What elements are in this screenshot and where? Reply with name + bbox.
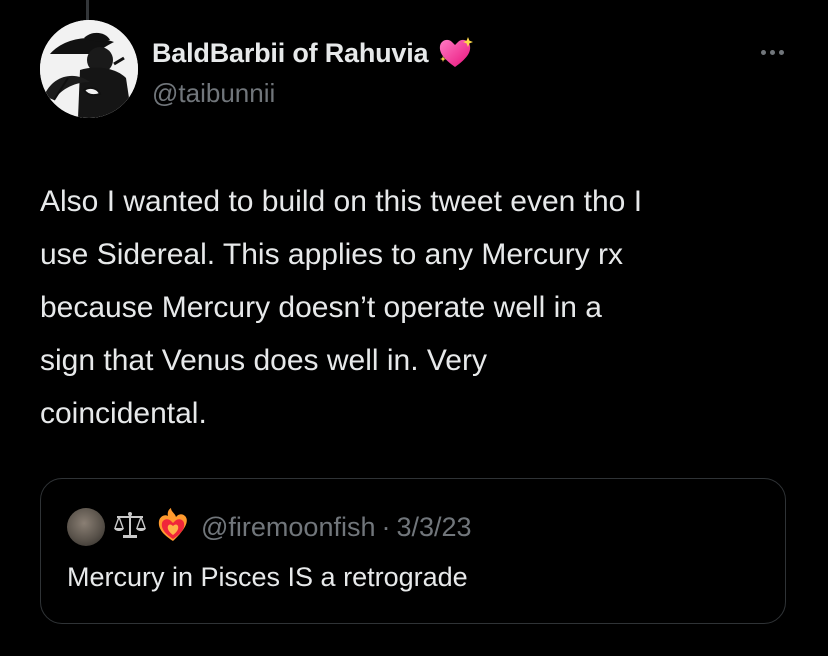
- author-handle[interactable]: @taibunnii: [152, 78, 712, 109]
- heart-on-fire-icon: [155, 507, 191, 547]
- quoted-tweet-header: @firemoonfish · 3/3/23: [67, 507, 472, 547]
- more-dot-icon: [778, 49, 784, 55]
- quoted-tweet-date[interactable]: 3/3/23: [396, 512, 471, 543]
- more-dot-icon: [769, 49, 775, 55]
- tweet-header: BaldBarbii of Rahuvia @taibunnii: [152, 36, 712, 109]
- quoted-tweet-card[interactable]: @firemoonfish · 3/3/23 Mercury in Pisces…: [40, 478, 786, 624]
- quoted-author-handle[interactable]: @firemoonfish: [201, 512, 375, 543]
- quoted-author-avatar: [67, 508, 105, 546]
- display-name-row: BaldBarbii of Rahuvia: [152, 36, 712, 70]
- tweet-body-text: Also I wanted to build on this tweet eve…: [40, 185, 643, 430]
- more-options-button[interactable]: [752, 40, 792, 64]
- thread-connector-line: [86, 0, 89, 20]
- quoted-tweet-text: Mercury in Pisces IS a retrograde: [67, 562, 468, 592]
- quoted-separator: ·: [381, 511, 391, 542]
- author-display-name[interactable]: BaldBarbii of Rahuvia: [152, 38, 429, 69]
- avatar-illustration: [40, 20, 138, 118]
- balance-scale-icon: [113, 510, 147, 545]
- more-dot-icon: [760, 49, 766, 55]
- author-avatar[interactable]: [40, 20, 138, 118]
- sparkling-heart-icon: [438, 36, 474, 70]
